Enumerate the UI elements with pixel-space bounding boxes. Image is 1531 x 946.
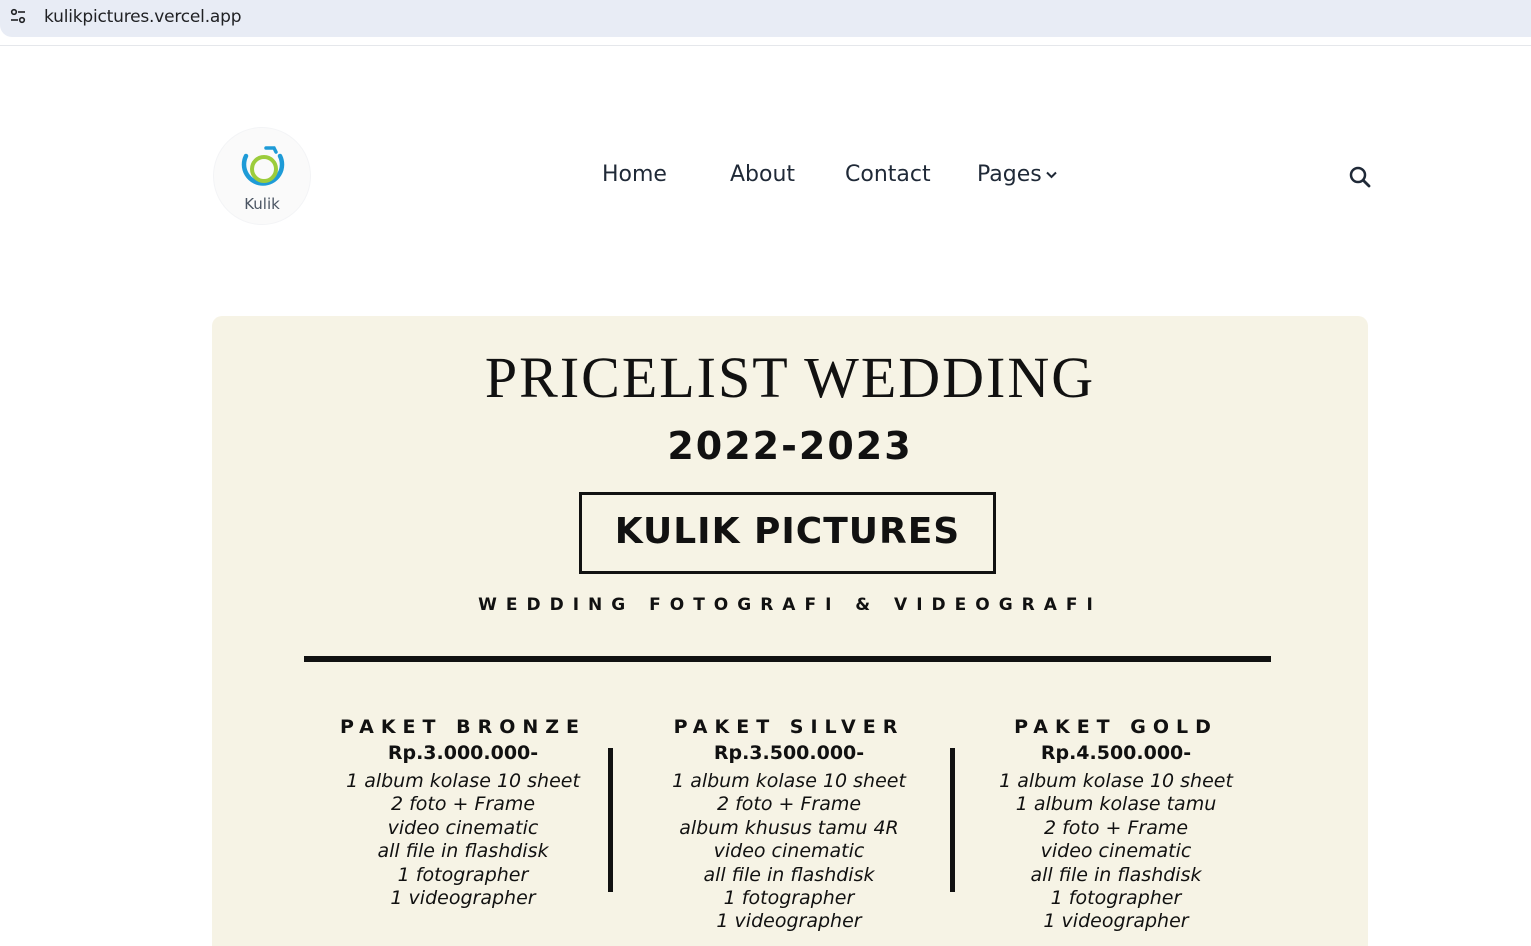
- nav-contact[interactable]: Contact: [845, 162, 931, 187]
- search-button[interactable]: [1348, 165, 1372, 189]
- brand-box: KULIK PICTURES: [579, 492, 996, 574]
- feature-item: 2 foto + Frame: [1043, 816, 1189, 839]
- search-icon: [1349, 166, 1371, 188]
- feature-item: 1 fotographer: [1050, 887, 1182, 910]
- pricelist-card: PRICELIST WEDDING 2022-2023 KULIK PICTUR…: [212, 316, 1368, 946]
- feature-item: 1 album kolase 10 sheet: [672, 770, 906, 792]
- url-text[interactable]: kulikpictures.vercel.app: [44, 7, 241, 27]
- package-gold: PAKET GOLD Rp.4.500.000- 1 album kolase …: [966, 716, 1266, 934]
- feature-item: 1 videographer: [390, 887, 536, 910]
- feature-item: all file in flashdisk: [1030, 863, 1202, 886]
- package-bronze: PAKET BRONZE Rp.3.000.000- 1 album kolas…: [313, 716, 613, 910]
- feature-item: all file in flashdisk: [703, 863, 875, 886]
- feature-item: video cinematic: [713, 840, 865, 863]
- feature-item: video cinematic: [387, 816, 539, 839]
- nav-pages-label: Pages: [977, 162, 1042, 187]
- package-name: PAKET SILVER: [673, 716, 905, 738]
- main-nav: Home About Contact Pages: [0, 162, 1531, 192]
- address-bar[interactable]: kulikpictures.vercel.app: [0, 0, 1531, 46]
- feature-item: 2 foto + Frame: [390, 793, 536, 816]
- feature-item: video cinematic: [1040, 840, 1192, 863]
- feature-item: 2 foto + Frame: [716, 793, 862, 816]
- feature-list: 1 album kolase 10 sheet 2 foto + Frame a…: [639, 770, 939, 934]
- horizontal-rule: [304, 656, 1271, 662]
- feature-item: 1 videographer: [1043, 910, 1189, 933]
- pricelist-title: PRICELIST WEDDING: [484, 345, 1096, 410]
- package-silver: PAKET SILVER Rp.3.500.000- 1 album kolas…: [639, 716, 939, 934]
- column-divider: [950, 748, 955, 892]
- pricelist-year: 2022-2023: [667, 424, 913, 468]
- tagline: WEDDING FOTOGRAFI & VIDEOGRAFI: [478, 595, 1102, 615]
- feature-list: 1 album kolase 10 sheet 2 foto + Frame v…: [313, 770, 613, 910]
- brand-name: KULIK PICTURES: [614, 511, 961, 552]
- feature-item: 1 album kolase 10 sheet: [999, 770, 1233, 792]
- logo-text: Kulik: [244, 195, 280, 213]
- feature-item: 1 album kolase tamu: [1015, 793, 1217, 816]
- column-divider: [608, 748, 613, 892]
- feature-list: 1 album kolase 10 sheet 1 album kolase t…: [966, 770, 1266, 934]
- chevron-down-icon: [1046, 171, 1057, 179]
- package-price: Rp.4.500.000-: [1040, 742, 1192, 764]
- page-divider: [0, 45, 1531, 46]
- feature-item: 1 fotographer: [723, 887, 855, 910]
- feature-item: all file in flashdisk: [377, 840, 549, 863]
- nav-pages[interactable]: Pages: [977, 162, 1057, 187]
- tune-icon[interactable]: [9, 7, 27, 25]
- feature-item: 1 fotographer: [397, 863, 529, 886]
- feature-item: 1 videographer: [716, 910, 862, 933]
- feature-item: album khusus tamu 4R: [679, 816, 899, 839]
- package-price: Rp.3.500.000-: [713, 742, 865, 764]
- feature-item: 1 album kolase 10 sheet: [346, 770, 580, 792]
- package-name: PAKET GOLD: [1014, 716, 1218, 738]
- nav-about[interactable]: About: [730, 162, 795, 187]
- package-price: Rp.3.000.000-: [387, 742, 539, 764]
- nav-home[interactable]: Home: [602, 162, 667, 187]
- package-name: PAKET BRONZE: [339, 716, 587, 738]
